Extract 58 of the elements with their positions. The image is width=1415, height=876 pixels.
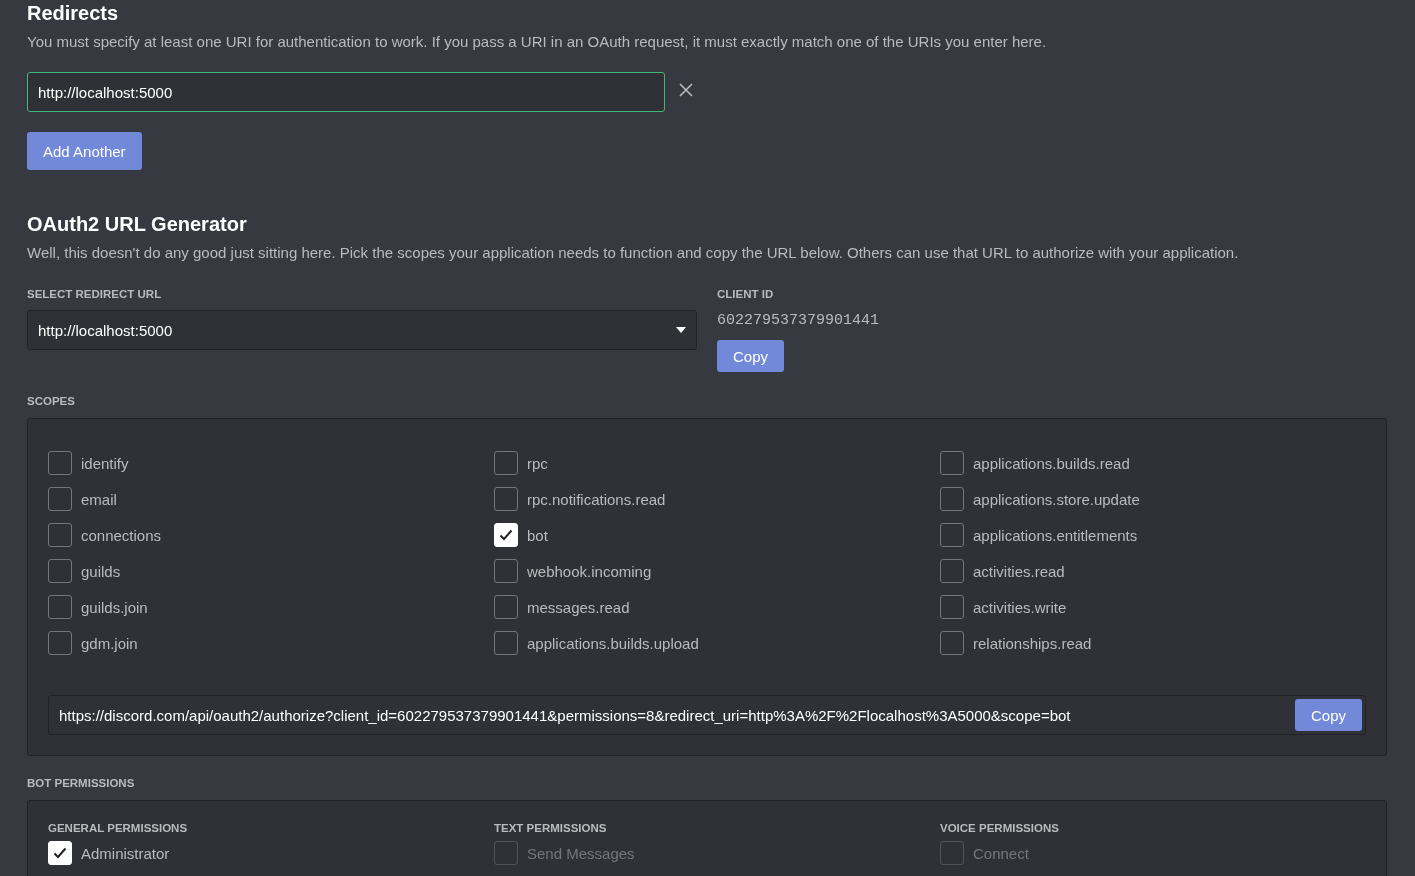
close-icon[interactable] [679, 83, 693, 97]
checkbox-label: Send Messages [527, 844, 635, 862]
section-description: You must specify at least one URI for authentication to work. If you pass a URI in an OAuth request, it must exactly match one of the URIs you enter here. [27, 32, 1048, 52]
column-heading: GENERAL PERMISSIONS [48, 821, 189, 835]
checkbox[interactable] [48, 595, 72, 619]
column-heading: VOICE PERMISSIONS [940, 821, 1060, 835]
checkbox[interactable] [940, 487, 964, 511]
checkbox-label: applications.builds.read [973, 454, 1130, 472]
section-title: Redirects [27, 1, 120, 25]
field-label: SELECT REDIRECT URL [27, 287, 163, 301]
checkbox[interactable] [494, 559, 518, 583]
checkbox-label: applications.store.update [973, 490, 1140, 508]
checkbox[interactable] [940, 523, 964, 547]
generated-url-field[interactable]: https://discord.com/api/oauth2/authorize?client_id=602279537379901441&permissions=8&redirect_uri=http%3A%2F%2Flocalhost%3A5000&scope=bot Copy [48, 695, 1366, 735]
checkbox-label: Administrator [81, 844, 170, 862]
section-title: OAuth2 URL Generator [27, 212, 248, 236]
checkbox-label: rpc.notifications.read [527, 490, 666, 508]
checkbox[interactable] [48, 631, 72, 655]
checkbox-label: rpc [527, 454, 548, 472]
checkbox[interactable] [940, 631, 964, 655]
checkbox-label: identify [81, 454, 129, 472]
field-label: CLIENT ID [717, 287, 775, 301]
checkbox[interactable] [940, 559, 964, 583]
checkbox[interactable] [48, 487, 72, 511]
checkbox[interactable] [48, 559, 72, 583]
checkbox-label: gdm.join [81, 634, 138, 652]
checkbox[interactable] [494, 451, 518, 475]
column-heading: TEXT PERMISSIONS [494, 821, 608, 835]
checkmark-icon [499, 529, 513, 541]
checkbox-label: applications.builds.upload [527, 634, 699, 652]
checkbox[interactable] [494, 631, 518, 655]
checkbox-label: email [81, 490, 117, 508]
client-id: 602279537379901441 [717, 312, 880, 329]
checkmark-icon [53, 847, 67, 859]
checkbox-label: applications.entitlements [973, 526, 1138, 544]
checkbox[interactable] [48, 451, 72, 475]
checkbox[interactable] [494, 595, 518, 619]
generated-url: https://discord.com/api/oauth2/authorize?client_id=602279537379901441&permissions=8&redirect_uri=http%3A%2F%2Flocalhost%3A5000&scope=bot [59, 706, 1071, 724]
redirect-url-dropdown[interactable]: http://localhost:5000 [27, 310, 697, 350]
caret-icon [676, 327, 686, 333]
checkbox-label: activities.write [973, 598, 1067, 616]
checkbox-label: activities.read [973, 562, 1065, 580]
field-label: BOT PERMISSIONS [27, 776, 136, 790]
checkbox[interactable] [48, 523, 72, 547]
checkbox-label: bot [527, 526, 548, 544]
checkbox-label: guilds.join [81, 598, 148, 616]
checkbox-label: guilds [81, 562, 121, 580]
field-label: SCOPES [27, 394, 76, 408]
checkbox-label: webhook.incoming [527, 562, 652, 580]
checkbox[interactable] [494, 487, 518, 511]
checkbox[interactable] [940, 451, 964, 475]
section-description: Well, this doesn't do any good just sitting here. Pick the scopes your application needs to function and copy the URL below. Others can use that URL to authorize with your application. [27, 243, 1240, 263]
checkbox-label: relationships.read [973, 634, 1092, 652]
checkbox-label: connections [81, 526, 162, 544]
checkbox[interactable] [940, 595, 964, 619]
redirect-input-field[interactable]: http://localhost:5000 [27, 72, 665, 112]
checkbox-label: Connect [973, 844, 1029, 862]
checkbox-label: messages.read [527, 598, 630, 616]
